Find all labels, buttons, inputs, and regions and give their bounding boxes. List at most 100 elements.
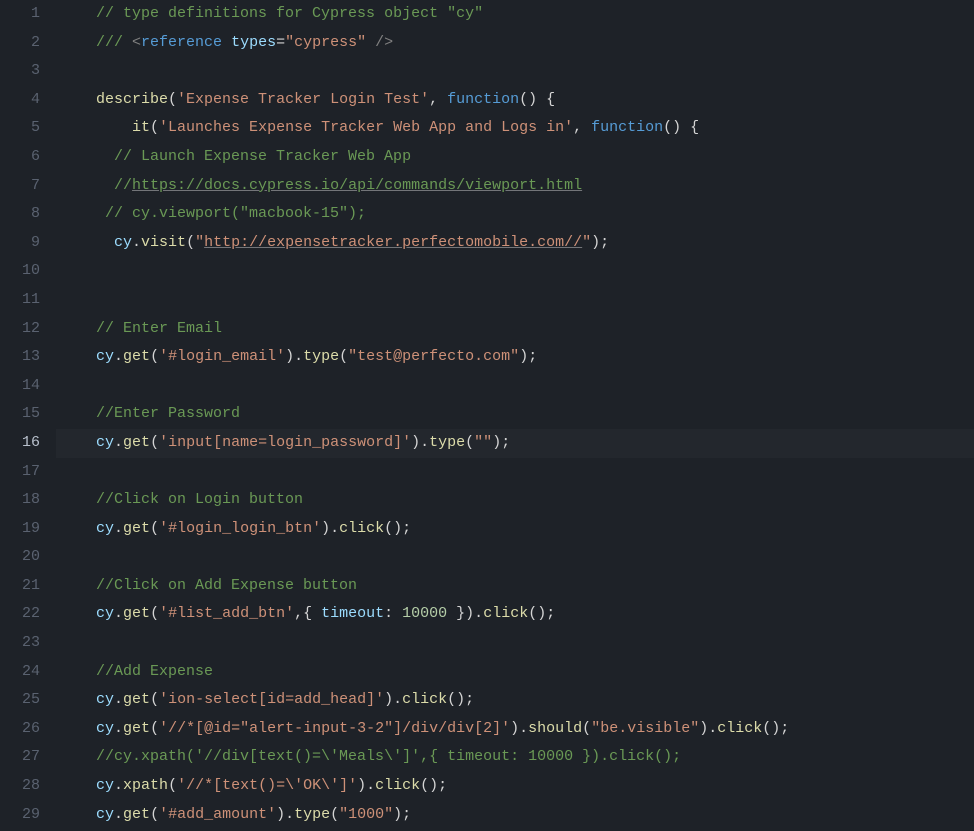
- token: 'ion-select[id=add_head]': [159, 691, 384, 708]
- token: (: [150, 434, 159, 451]
- code-line[interactable]: 2 /// <reference types="cypress" />: [0, 29, 974, 58]
- code-line[interactable]: 23: [0, 629, 974, 658]
- token: '#list_add_btn': [159, 605, 294, 622]
- line-content[interactable]: //Add Expense: [56, 658, 974, 687]
- line-number: 5: [0, 114, 56, 143]
- code-line[interactable]: 26 cy.get('//*[@id="alert-input-3-2"]/di…: [0, 715, 974, 744]
- line-number: 22: [0, 600, 56, 629]
- token: <: [132, 34, 141, 51]
- token: () {: [519, 91, 555, 108]
- token: get: [123, 720, 150, 737]
- token: it: [132, 119, 150, 136]
- token: ();: [528, 605, 555, 622]
- token: ).: [321, 520, 339, 537]
- line-content[interactable]: //cy.xpath('//div[text()=\'Meals\']',{ t…: [56, 743, 974, 772]
- token: visit: [141, 234, 186, 251]
- token: get: [123, 806, 150, 823]
- line-content[interactable]: cy.get('#login_login_btn').click();: [56, 515, 974, 544]
- code-line[interactable]: 22 cy.get('#list_add_btn',{ timeout: 100…: [0, 600, 974, 629]
- code-line[interactable]: 21 //Click on Add Expense button: [0, 572, 974, 601]
- code-line[interactable]: 8 // cy.viewport("macbook-15");: [0, 200, 974, 229]
- line-content[interactable]: //Enter Password: [56, 400, 974, 429]
- line-content[interactable]: cy.get('ion-select[id=add_head]').click(…: [56, 686, 974, 715]
- token: timeout: [321, 605, 384, 622]
- code-line[interactable]: 18 //Click on Login button: [0, 486, 974, 515]
- code-line[interactable]: 24 //Add Expense: [0, 658, 974, 687]
- token: // Enter Email: [96, 320, 222, 337]
- line-content[interactable]: cy.get('//*[@id="alert-input-3-2"]/div/d…: [56, 715, 974, 744]
- code-line[interactable]: 12 // Enter Email: [0, 315, 974, 344]
- code-line[interactable]: 16 cy.get('input[name=login_password]').…: [0, 429, 974, 458]
- code-line[interactable]: 11: [0, 286, 974, 315]
- token: cy: [96, 348, 114, 365]
- line-content[interactable]: /// <reference types="cypress" />: [56, 29, 974, 58]
- token: [366, 34, 375, 51]
- token: ).: [411, 434, 429, 451]
- line-number: 6: [0, 143, 56, 172]
- token: (: [150, 691, 159, 708]
- token: (: [582, 720, 591, 737]
- token: ,: [573, 119, 591, 136]
- token: 'input[name=login_password]': [159, 434, 411, 451]
- line-number: 23: [0, 629, 56, 658]
- token: https://docs.cypress.io/api/commands/vie…: [132, 177, 582, 194]
- token: (: [168, 91, 177, 108]
- line-content[interactable]: cy.get('#add_amount').type("1000");: [56, 801, 974, 830]
- line-number: 11: [0, 286, 56, 315]
- line-content[interactable]: cy.xpath('//*[text()=\'OK\']').click();: [56, 772, 974, 801]
- code-editor[interactable]: 1 // type definitions for Cypress object…: [0, 0, 974, 831]
- code-line[interactable]: 1 // type definitions for Cypress object…: [0, 0, 974, 29]
- token: .: [114, 434, 123, 451]
- indent: [60, 806, 96, 823]
- token: }).: [447, 605, 483, 622]
- code-line[interactable]: 19 cy.get('#login_login_btn').click();: [0, 515, 974, 544]
- code-line[interactable]: 15 //Enter Password: [0, 400, 974, 429]
- line-content[interactable]: //Click on Add Expense button: [56, 572, 974, 601]
- token: "1000": [339, 806, 393, 823]
- line-content[interactable]: cy.visit("http://expensetracker.perfecto…: [56, 229, 974, 258]
- code-line[interactable]: 5 it('Launches Expense Tracker Web App a…: [0, 114, 974, 143]
- token: //Add Expense: [96, 663, 213, 680]
- code-line[interactable]: 25 cy.get('ion-select[id=add_head]').cli…: [0, 686, 974, 715]
- token: // cy.viewport("macbook-15");: [105, 205, 366, 222]
- line-content[interactable]: describe('Expense Tracker Login Test', f…: [56, 86, 974, 115]
- token: describe: [96, 91, 168, 108]
- token: 'Launches Expense Tracker Web App and Lo…: [159, 119, 573, 136]
- code-line[interactable]: 6 // Launch Expense Tracker Web App: [0, 143, 974, 172]
- line-content[interactable]: //https://docs.cypress.io/api/commands/v…: [56, 172, 974, 201]
- line-content[interactable]: cy.get('#list_add_btn',{ timeout: 10000 …: [56, 600, 974, 629]
- line-number: 3: [0, 57, 56, 86]
- line-content[interactable]: // type definitions for Cypress object "…: [56, 0, 974, 29]
- line-content[interactable]: // Enter Email: [56, 315, 974, 344]
- code-line[interactable]: 7 //https://docs.cypress.io/api/commands…: [0, 172, 974, 201]
- code-line[interactable]: 10: [0, 257, 974, 286]
- line-content[interactable]: cy.get('input[name=login_password]').typ…: [56, 429, 974, 458]
- code-line[interactable]: 29 cy.get('#add_amount').type("1000");: [0, 801, 974, 830]
- line-number: 9: [0, 229, 56, 258]
- token: 'Expense Tracker Login Test': [177, 91, 429, 108]
- token: ();: [384, 520, 411, 537]
- token: click: [375, 777, 420, 794]
- line-content[interactable]: //Click on Login button: [56, 486, 974, 515]
- code-line[interactable]: 9 cy.visit("http://expensetracker.perfec…: [0, 229, 974, 258]
- token: cy: [96, 806, 114, 823]
- line-content[interactable]: // Launch Expense Tracker Web App: [56, 143, 974, 172]
- indent: [60, 577, 96, 594]
- line-content[interactable]: cy.get('#login_email').type("test@perfec…: [56, 343, 974, 372]
- token: ();: [420, 777, 447, 794]
- code-line[interactable]: 3: [0, 57, 974, 86]
- token: click: [402, 691, 447, 708]
- code-line[interactable]: 4 describe('Expense Tracker Login Test',…: [0, 86, 974, 115]
- code-line[interactable]: 28 cy.xpath('//*[text()=\'OK\']').click(…: [0, 772, 974, 801]
- code-line[interactable]: 20: [0, 543, 974, 572]
- code-line[interactable]: 27 //cy.xpath('//div[text()=\'Meals\']',…: [0, 743, 974, 772]
- token: types: [231, 34, 276, 51]
- line-content[interactable]: // cy.viewport("macbook-15");: [56, 200, 974, 229]
- code-line[interactable]: 13 cy.get('#login_email').type("test@per…: [0, 343, 974, 372]
- line-content[interactable]: it('Launches Expense Tracker Web App and…: [56, 114, 974, 143]
- line-number: 8: [0, 200, 56, 229]
- code-line[interactable]: 17: [0, 458, 974, 487]
- token: function: [447, 91, 519, 108]
- code-line[interactable]: 14: [0, 372, 974, 401]
- line-number: 12: [0, 315, 56, 344]
